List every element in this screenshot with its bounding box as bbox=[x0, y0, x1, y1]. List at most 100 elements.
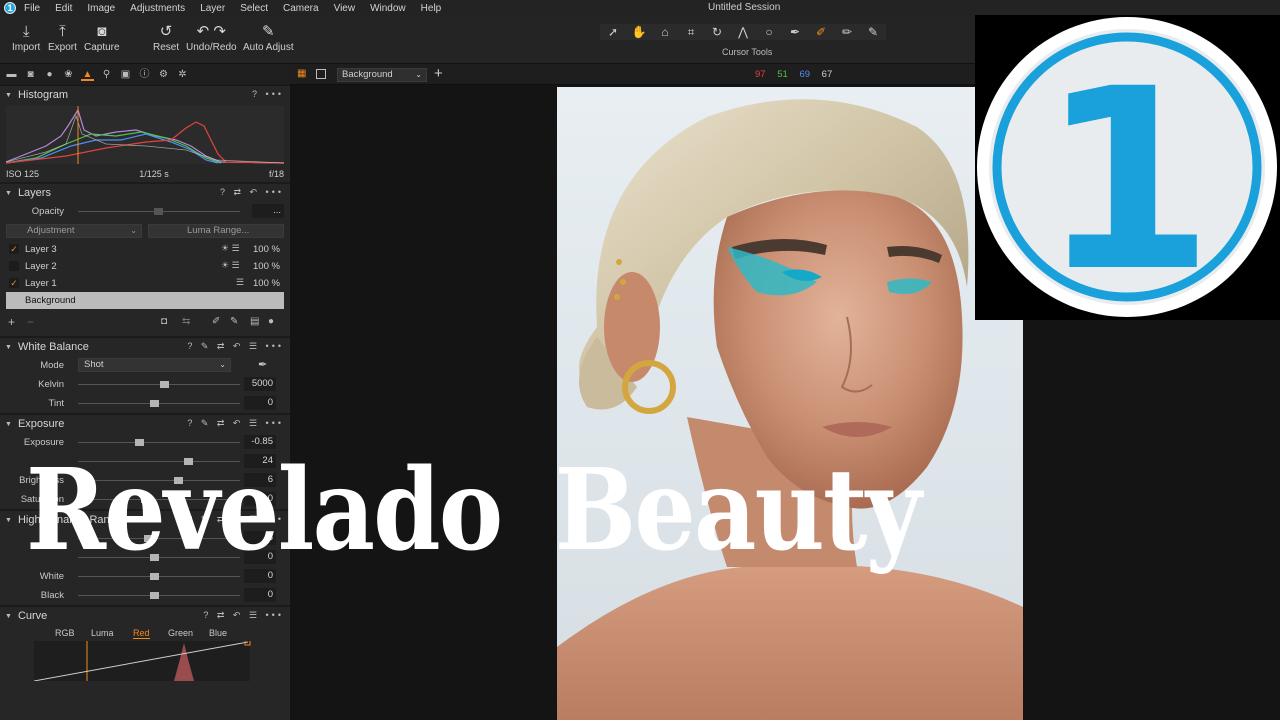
opacity-value[interactable]: ... bbox=[252, 204, 284, 218]
wb-mode-dropdown[interactable]: Shot ⌄ bbox=[78, 358, 231, 372]
draw-mask-icon[interactable]: ✐ bbox=[212, 316, 220, 327]
slider-handle[interactable] bbox=[150, 592, 159, 599]
export-button[interactable]: ⤒ Export bbox=[48, 22, 77, 53]
remove-layer-icon[interactable]: − bbox=[27, 315, 34, 329]
picker-icon[interactable]: ✒ bbox=[782, 24, 808, 40]
kelvin-slider[interactable] bbox=[78, 381, 240, 388]
section-menu-icon[interactable]: ? ••• bbox=[252, 89, 284, 99]
section-menu-icon[interactable]: ? ✎ ⇄ ↶ ☰ ••• bbox=[187, 418, 284, 429]
rotate-icon[interactable]: ↻ bbox=[704, 24, 730, 40]
spot-removal-icon[interactable]: ○ bbox=[756, 24, 782, 40]
radial-mask-icon[interactable]: ● bbox=[268, 316, 274, 327]
layer-item[interactable]: Layer 2 ☀ ☰ 100 % bbox=[0, 258, 290, 275]
kelvin-value[interactable]: 5000 bbox=[244, 377, 276, 391]
menu-view[interactable]: View bbox=[334, 3, 356, 14]
section-menu-icon[interactable]: ? ⇄ ↶ ••• bbox=[220, 187, 284, 198]
erase-mask-icon[interactable]: ✎ bbox=[860, 24, 886, 40]
capture-label: Capture bbox=[84, 42, 120, 53]
undo-redo-button[interactable]: ↶ ↷ Undo/Redo bbox=[186, 22, 237, 53]
curve-tab-blue[interactable]: Blue bbox=[209, 628, 227, 638]
menu-help[interactable]: Help bbox=[421, 3, 442, 14]
readout-g: 51 bbox=[777, 69, 788, 80]
keystone-icon[interactable]: ⋀ bbox=[730, 24, 756, 40]
adjustments-tab-icon[interactable]: ▣ bbox=[119, 68, 132, 81]
menu-camera[interactable]: Camera bbox=[283, 3, 319, 14]
curve-tab-green[interactable]: Green bbox=[168, 628, 193, 638]
slider-handle[interactable] bbox=[150, 400, 159, 407]
opacity-slider[interactable] bbox=[78, 208, 240, 215]
mask-view-icon[interactable]: ◘ bbox=[161, 316, 167, 327]
loupe-icon[interactable]: ⌂ bbox=[652, 24, 678, 40]
layer-item[interactable]: ✓ Layer 3 ☀ ☰ 100 % bbox=[0, 241, 290, 258]
layer-name: Layer 1 bbox=[25, 278, 57, 289]
menu-adjustments[interactable]: Adjustments bbox=[130, 3, 185, 14]
section-menu-icon[interactable]: ? ⇄ ↶ ☰ ••• bbox=[203, 610, 284, 621]
batch-tab-icon[interactable]: ✲ bbox=[176, 68, 189, 81]
layer-item[interactable]: ✓ Layer 1 ☰ 100 % bbox=[0, 275, 290, 292]
add-icon[interactable]: + bbox=[434, 65, 443, 82]
erase-mask-icon[interactable]: ✎ bbox=[230, 316, 238, 327]
layer-adjust-icons: ☀ ☰ bbox=[221, 243, 240, 253]
curve-tab-luma[interactable]: Luma bbox=[91, 628, 114, 638]
capture-tab-icon[interactable]: ◙ bbox=[24, 68, 37, 81]
variant-dropdown[interactable]: Background ⌄ bbox=[337, 68, 427, 82]
white-balance-header[interactable]: ▼ White Balance ? ✎ ⇄ ↶ ☰ ••• bbox=[0, 338, 290, 356]
section-menu-icon[interactable]: ? ✎ ⇄ ↶ ☰ ••• bbox=[187, 341, 284, 352]
add-layer-icon[interactable]: + bbox=[8, 315, 15, 329]
reset-button[interactable]: ↺ Reset bbox=[153, 22, 179, 53]
curve-graph[interactable] bbox=[34, 641, 254, 681]
kelvin-label: Kelvin bbox=[38, 379, 64, 390]
menu-edit[interactable]: Edit bbox=[55, 3, 72, 14]
menu-layer[interactable]: Layer bbox=[200, 3, 225, 14]
metadata-tab-icon[interactable]: ⓘ bbox=[138, 68, 151, 81]
brush-icon[interactable]: ✐ bbox=[808, 24, 834, 40]
menu-select[interactable]: Select bbox=[240, 3, 268, 14]
pan-hand-icon[interactable]: ✋ bbox=[626, 24, 652, 40]
white-slider[interactable] bbox=[78, 573, 240, 580]
layer-checkbox[interactable] bbox=[9, 261, 19, 271]
adjustment-dropdown[interactable]: Adjustment ⌄ bbox=[6, 224, 142, 238]
menu-window[interactable]: Window bbox=[370, 3, 406, 14]
import-button[interactable]: ⤓ Import bbox=[12, 22, 40, 53]
exposure-slider[interactable] bbox=[78, 439, 240, 446]
layer-checkbox[interactable]: ✓ bbox=[9, 244, 19, 254]
capture-button[interactable]: ◙ Capture bbox=[84, 22, 120, 53]
library-tab-icon[interactable]: ▬ bbox=[5, 68, 18, 81]
color-tab-icon[interactable]: ❀ bbox=[62, 68, 75, 81]
layer-options-icon[interactable]: ⇆ bbox=[182, 316, 190, 327]
luma-range-button[interactable]: Luma Range... bbox=[148, 224, 284, 238]
black-value[interactable]: 0 bbox=[244, 588, 276, 602]
layers-header[interactable]: ▼ Layers ? ⇄ ↶ ••• bbox=[0, 184, 290, 202]
select-cursor-icon[interactable]: ➚ bbox=[600, 24, 626, 40]
grid-view-icon[interactable]: ▦ bbox=[297, 69, 307, 79]
lens-tab-icon[interactable]: ● bbox=[43, 68, 56, 81]
layer-item-selected[interactable]: Background bbox=[6, 292, 284, 309]
curve-header[interactable]: ▼ Curve ? ⇄ ↶ ☰ ••• bbox=[0, 607, 290, 625]
app-logo-icon: 1 bbox=[4, 2, 16, 14]
output-tab-icon[interactable]: ⚙ bbox=[157, 68, 170, 81]
tint-row: Tint 0 bbox=[0, 394, 290, 413]
details-tab-icon[interactable]: ⚲ bbox=[100, 68, 113, 81]
tint-value[interactable]: 0 bbox=[244, 396, 276, 410]
histogram-header[interactable]: ▼ Histogram ? ••• bbox=[0, 86, 290, 104]
menu-file[interactable]: File bbox=[24, 3, 40, 14]
gradient-mask-icon[interactable]: ▤ bbox=[250, 316, 259, 327]
single-view-icon[interactable] bbox=[316, 69, 326, 79]
import-label: Import bbox=[12, 42, 41, 53]
curve-tab-rgb[interactable]: RGB bbox=[55, 628, 75, 638]
menu-image[interactable]: Image bbox=[87, 3, 115, 14]
tint-slider[interactable] bbox=[78, 400, 240, 407]
layer-checkbox[interactable]: ✓ bbox=[9, 278, 19, 288]
curve-tab-red[interactable]: Red bbox=[133, 628, 150, 639]
crop-icon[interactable]: ⌗ bbox=[678, 24, 704, 40]
black-slider[interactable] bbox=[78, 592, 240, 599]
slider-handle[interactable] bbox=[160, 381, 169, 388]
exposure-header[interactable]: ▼ Exposure ? ✎ ⇄ ↶ ☰ ••• bbox=[0, 415, 290, 433]
eyedropper-icon[interactable]: ✒ bbox=[258, 358, 267, 371]
collapse-arrow-icon: ▼ bbox=[5, 189, 12, 197]
slider-handle[interactable] bbox=[154, 208, 163, 215]
photo[interactable] bbox=[557, 87, 1023, 720]
exposure-tab-icon[interactable]: ▲ bbox=[81, 68, 94, 81]
draw-mask-icon[interactable]: ✏ bbox=[834, 24, 860, 40]
auto-adjust-button[interactable]: ✎ Auto Adjust bbox=[243, 22, 294, 53]
